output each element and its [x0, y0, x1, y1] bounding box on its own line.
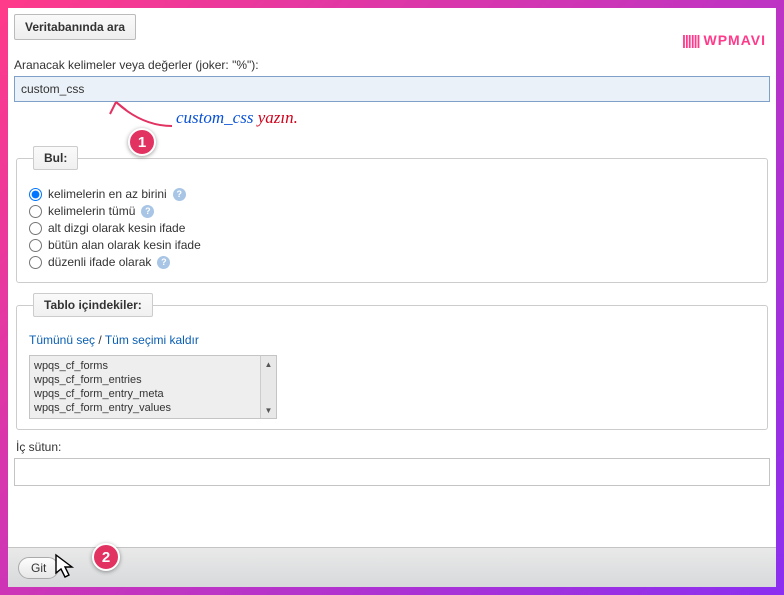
inside-column-input[interactable]	[14, 458, 770, 486]
tables-multiselect[interactable]: wpqs_cf_formswpqs_cf_form_entrieswpqs_cf…	[29, 355, 277, 419]
find-option-4[interactable]: düzenli ifade olarak?	[29, 255, 755, 269]
find-radio-3[interactable]	[29, 239, 42, 252]
find-radio-4[interactable]	[29, 256, 42, 269]
tables-legend: Tablo içindekiler:	[33, 293, 153, 317]
step-badge-2: 2	[92, 543, 120, 571]
help-icon[interactable]: ?	[157, 256, 170, 269]
scroll-up-icon[interactable]: ▲	[261, 356, 276, 372]
find-option-2[interactable]: alt dizgi olarak kesin ifade	[29, 221, 755, 235]
find-option-0[interactable]: kelimelerin en az birini?	[29, 187, 755, 201]
content-area: Aranacak kelimeler veya değerler (joker:…	[14, 54, 770, 537]
select-all-link[interactable]: Tümünü seç	[29, 333, 95, 347]
find-radio-0[interactable]	[29, 188, 42, 201]
annotation-text: custom_css yazın.	[176, 108, 298, 128]
help-icon[interactable]: ?	[141, 205, 154, 218]
tables-fieldset: Tablo içindekiler: Tümünü seç / Tüm seçi…	[16, 293, 768, 430]
table-option[interactable]: wpqs_cf_form_entries	[34, 373, 272, 387]
watermark: ||||||WPMAVI	[682, 32, 766, 48]
find-option-label: bütün alan olarak kesin ifade	[48, 238, 201, 252]
footer-bar: Git	[8, 547, 776, 587]
tab-search-db[interactable]: Veritabanında ara	[14, 14, 136, 40]
table-option[interactable]: wpqs_cf_forms	[34, 359, 272, 373]
scrollbar[interactable]: ▲ ▼	[260, 356, 276, 418]
find-fieldset: Bul: kelimelerin en az birini?kelimeleri…	[16, 146, 768, 283]
inside-column-label: İç sütun:	[16, 440, 768, 454]
search-label: Aranacak kelimeler veya değerler (joker:…	[14, 58, 770, 72]
scroll-track[interactable]	[261, 372, 276, 402]
annotation: custom_css yazın.	[14, 102, 770, 138]
unselect-all-link[interactable]: Tüm seçimi kaldır	[105, 333, 199, 347]
table-option[interactable]: wpqs_cf_form_entry_values	[34, 401, 272, 415]
find-option-label: düzenli ifade olarak	[48, 255, 151, 269]
app-frame: Veritabanında ara ||||||WPMAVI Aranacak …	[8, 8, 776, 587]
help-icon[interactable]: ?	[173, 188, 186, 201]
table-option[interactable]: wpqs_cf_form_entry_meta	[34, 387, 272, 401]
find-option-label: kelimelerin tümü	[48, 204, 135, 218]
barcode-icon: ||||||	[682, 32, 700, 48]
find-radio-1[interactable]	[29, 205, 42, 218]
find-option-label: alt dizgi olarak kesin ifade	[48, 221, 185, 235]
find-legend: Bul:	[33, 146, 78, 170]
find-radio-2[interactable]	[29, 222, 42, 235]
step-badge-1: 1	[128, 128, 156, 156]
find-option-1[interactable]: kelimelerin tümü?	[29, 204, 755, 218]
go-button[interactable]: Git	[18, 557, 59, 579]
find-option-3[interactable]: bütün alan olarak kesin ifade	[29, 238, 755, 252]
scroll-down-icon[interactable]: ▼	[261, 402, 276, 418]
find-option-label: kelimelerin en az birini	[48, 187, 167, 201]
